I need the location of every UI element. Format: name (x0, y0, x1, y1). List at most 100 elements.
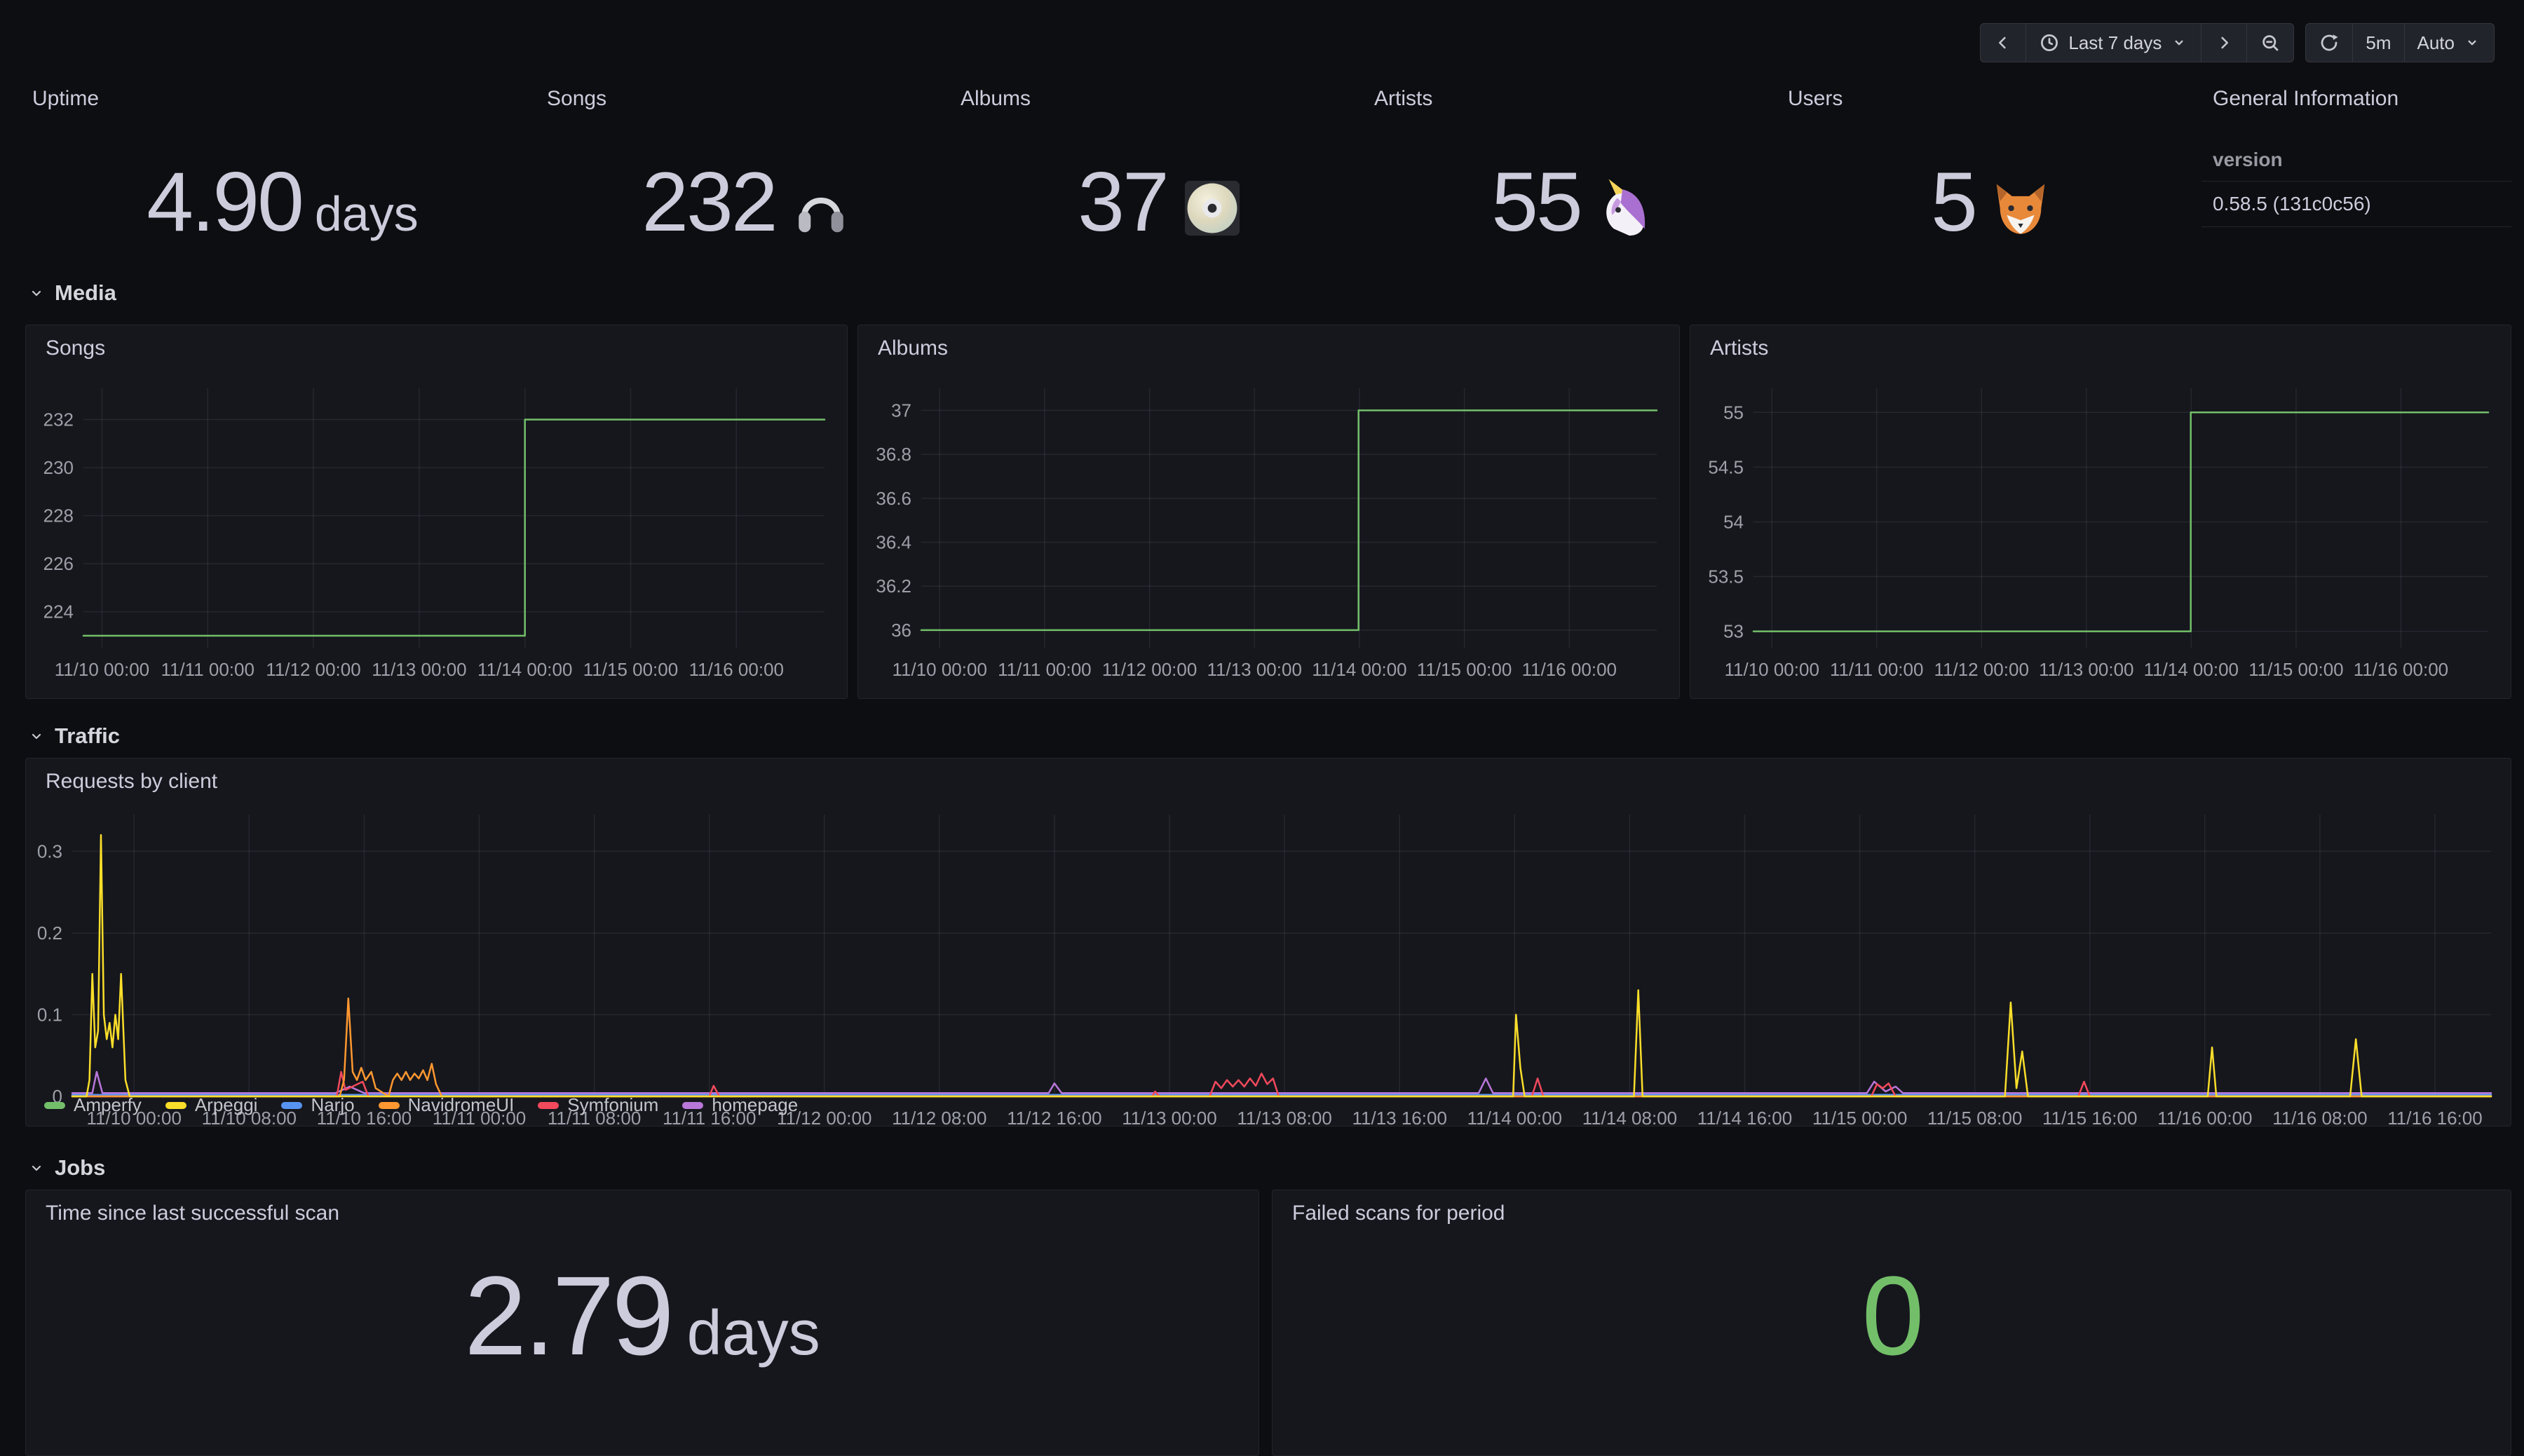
stat-panel-artists: Artists 55 (1367, 87, 1781, 297)
svg-text:55: 55 (1723, 402, 1744, 423)
stat-panel-uptime: Uptime 4.90 days (25, 87, 540, 297)
chevron-down-icon (2170, 34, 2188, 52)
stat-title: Albums (954, 87, 1367, 111)
stat-value: 232 (642, 156, 775, 248)
legend-label: Amperfy (74, 1094, 142, 1116)
artists-chart[interactable]: 11/10 00:0011/11 00:0011/12 00:0011/13 0… (1700, 372, 2502, 693)
refresh-mode-dropdown[interactable]: Auto (2404, 24, 2495, 62)
panel-title[interactable]: Artists (1710, 336, 1768, 360)
svg-text:224: 224 (43, 601, 74, 622)
svg-text:53: 53 (1723, 621, 1744, 642)
svg-text:230: 230 (43, 457, 74, 478)
legend-label: Symfonium (567, 1094, 658, 1116)
panel-title[interactable]: Requests by client (46, 770, 217, 794)
legend-label: NavidromeUI (408, 1094, 515, 1116)
svg-text:37: 37 (891, 400, 911, 421)
panel-title[interactable]: General Information (2201, 87, 2511, 111)
chevron-down-icon (28, 285, 45, 301)
time-range-picker-button[interactable]: Last 7 days (2026, 24, 2201, 62)
legend-item-homepage[interactable]: homepage (682, 1094, 798, 1116)
grafana-dashboard: { "toolbar": { "time_range": "Last 7 day… (0, 0, 2524, 1309)
refresh-mode-label: Auto (2417, 32, 2455, 54)
legend-label: homepage (712, 1094, 798, 1116)
svg-text:11/15 00:00: 11/15 00:00 (583, 659, 678, 680)
time-range-group: Last 7 days (1980, 23, 2294, 62)
version-column-header: version (2201, 139, 2511, 181)
svg-text:11/14 16:00: 11/14 16:00 (1697, 1108, 1792, 1129)
svg-text:11/13 16:00: 11/13 16:00 (1352, 1108, 1446, 1129)
refresh-button[interactable] (2306, 24, 2352, 62)
time-since-last-scan-panel: Time since last successful scan 2.79 day… (25, 1190, 1259, 1456)
legend-swatch (165, 1102, 186, 1109)
cd-icon (1181, 177, 1243, 239)
svg-text:11/16 00:00: 11/16 00:00 (2157, 1108, 2252, 1129)
svg-text:11/15 00:00: 11/15 00:00 (1417, 659, 1512, 680)
refresh-icon (2319, 32, 2340, 53)
svg-text:11/15 16:00: 11/15 16:00 (2042, 1108, 2137, 1129)
panel-title[interactable]: Time since last successful scan (46, 1202, 339, 1225)
legend-swatch (281, 1102, 302, 1109)
chevron-down-icon (28, 728, 45, 744)
svg-text:11/14 00:00: 11/14 00:00 (1312, 659, 1406, 680)
panel-title[interactable]: Albums (878, 336, 948, 360)
svg-text:11/14 08:00: 11/14 08:00 (1582, 1108, 1677, 1129)
panel-title[interactable]: Failed scans for period (1292, 1202, 1505, 1225)
svg-text:0.3: 0.3 (37, 841, 62, 862)
svg-text:11/12 00:00: 11/12 00:00 (1934, 659, 2028, 680)
time-shift-forward-button[interactable] (2201, 24, 2246, 62)
refresh-group: 5m Auto (2305, 23, 2495, 62)
songs-chart[interactable]: 11/10 00:0011/11 00:0011/12 00:0011/13 0… (36, 372, 839, 693)
svg-text:36.8: 36.8 (876, 444, 911, 465)
traffic-chart[interactable]: 11/10 00:0011/10 08:0011/10 16:0011/11 0… (36, 803, 2502, 1133)
svg-text:11/13 00:00: 11/13 00:00 (1122, 1108, 1216, 1129)
svg-text:11/11 00:00: 11/11 00:00 (998, 659, 1092, 680)
time-shift-back-button[interactable] (1981, 24, 2026, 62)
svg-text:232: 232 (43, 409, 74, 430)
panel-title[interactable]: Songs (46, 336, 105, 360)
scan-age-suffix: days (687, 1298, 820, 1370)
legend-item-symfonium[interactable]: Symfonium (538, 1094, 658, 1116)
legend-item-amperfy[interactable]: Amperfy (44, 1094, 142, 1116)
stat-title: Uptime (25, 87, 540, 111)
legend-item-arpeggi[interactable]: Arpeggi (165, 1094, 258, 1116)
section-title: Traffic (55, 723, 120, 749)
legend-item-navidromeui[interactable]: NavidromeUI (379, 1094, 515, 1116)
fox-icon (1990, 177, 2051, 239)
legend-item-narjo[interactable]: Narjo (281, 1094, 354, 1116)
section-header-traffic[interactable]: Traffic (28, 723, 120, 749)
svg-text:11/16 00:00: 11/16 00:00 (1522, 659, 1617, 680)
svg-text:11/15 08:00: 11/15 08:00 (1927, 1108, 2022, 1129)
svg-text:11/16 00:00: 11/16 00:00 (689, 659, 784, 680)
svg-text:11/12 16:00: 11/12 16:00 (1007, 1108, 1101, 1129)
chevron-right-icon (2214, 33, 2234, 53)
svg-text:11/14 00:00: 11/14 00:00 (2144, 659, 2239, 680)
songs-panel: Songs 11/10 00:0011/11 00:0011/12 00:001… (25, 325, 848, 699)
svg-text:54: 54 (1723, 512, 1744, 533)
stat-panel-users: Users 5 (1781, 87, 2201, 297)
svg-text:53.5: 53.5 (1708, 566, 1744, 587)
section-header-media[interactable]: Media (28, 280, 116, 306)
section-header-jobs[interactable]: Jobs (28, 1155, 105, 1181)
svg-text:36.2: 36.2 (876, 576, 911, 597)
chevron-left-icon (1993, 33, 2013, 53)
svg-text:11/14 00:00: 11/14 00:00 (1467, 1108, 1562, 1129)
svg-text:226: 226 (43, 553, 74, 574)
svg-text:228: 228 (43, 505, 74, 526)
zoom-out-time-button[interactable] (2246, 24, 2293, 62)
albums-panel: Albums 11/10 00:0011/11 00:0011/12 00:00… (857, 325, 1680, 699)
stats-row: Uptime 4.90 days Songs 232 Albums 37 (25, 87, 2511, 297)
svg-text:11/15 00:00: 11/15 00:00 (1812, 1108, 1907, 1129)
time-range-label: Last 7 days (2068, 32, 2162, 54)
albums-chart[interactable]: 11/10 00:0011/11 00:0011/12 00:0011/13 0… (868, 372, 1671, 693)
legend-swatch (538, 1102, 559, 1109)
refresh-interval-label-button[interactable]: 5m (2352, 24, 2403, 62)
legend-label: Narjo (311, 1094, 354, 1116)
svg-text:11/13 00:00: 11/13 00:00 (2039, 659, 2133, 680)
svg-text:11/10 00:00: 11/10 00:00 (55, 659, 149, 680)
legend-swatch (379, 1102, 400, 1109)
svg-text:11/13 00:00: 11/13 00:00 (1207, 659, 1301, 680)
chevron-down-icon (28, 1159, 45, 1176)
legend-swatch (682, 1102, 703, 1109)
svg-text:11/16 16:00: 11/16 16:00 (2387, 1108, 2482, 1129)
stat-value: 4.90 (147, 156, 302, 248)
